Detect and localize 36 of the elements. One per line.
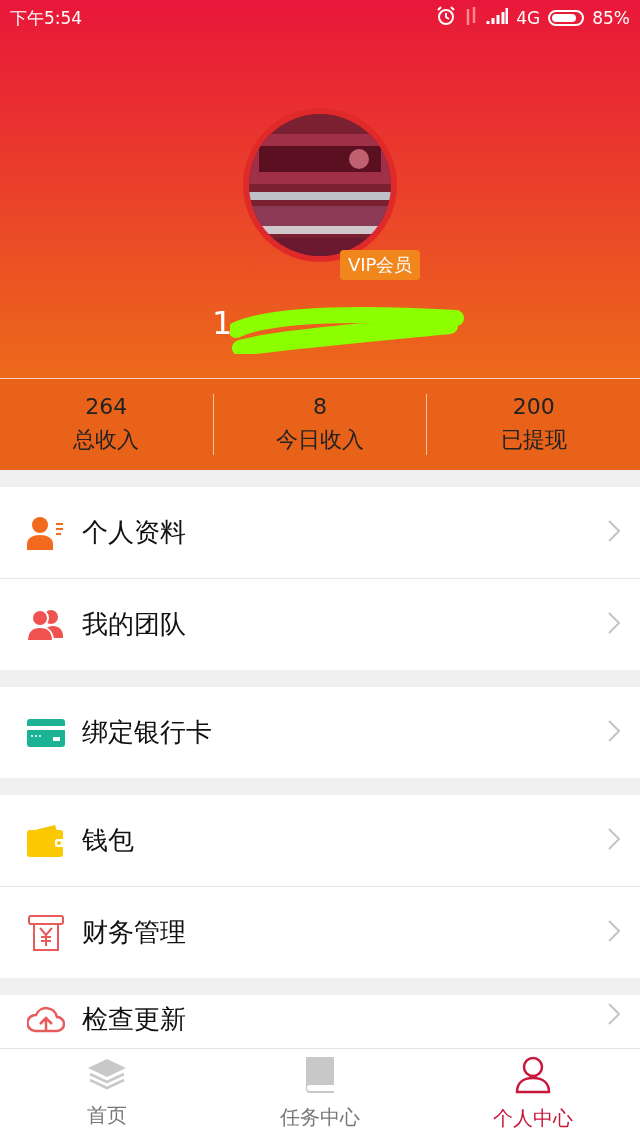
tab[interactable]: 任务中心 [213,1049,427,1138]
menu-item[interactable]: 财务管理 [0,886,640,978]
stat-value: 8 [313,394,327,419]
menu-item[interactable]: 绑定银行卡 [0,687,640,778]
network-type: 4G [516,8,541,28]
menu-item[interactable]: 我的团队 [0,578,640,670]
stat-label: 总收入 [73,426,140,454]
menu-item[interactable]: 钱包 [0,795,640,886]
battery-icon [548,10,585,26]
person-icon [515,1055,552,1094]
bank-card-icon [27,718,65,747]
alarm-icon [436,6,457,26]
wallet-icon [27,824,65,857]
chevron-right-icon [608,827,620,850]
menu-item[interactable]: 个人资料 [0,487,640,578]
chevron-right-icon [608,919,620,942]
person-icon [27,515,65,550]
stat-label: 已提现 [500,426,567,454]
battery-percent: 85% [592,8,630,28]
people-icon [27,607,65,642]
tab[interactable]: 个人中心 [426,1049,640,1138]
chevron-right-icon [608,611,620,634]
status-time: 下午5:54 [10,6,83,30]
vip-badge: VIP会员 [340,250,421,280]
layers-icon [87,1058,126,1091]
stat-value: 200 [512,394,555,419]
signal-icon [486,8,509,24]
username: 1 [212,304,233,342]
stat-value: 264 [85,394,128,419]
chevron-right-icon [608,719,620,742]
chevron-right-icon [608,519,620,542]
menu-item[interactable]: 检查更新 [0,995,640,1048]
tab[interactable]: 首页 [0,1049,214,1138]
atm-yuan-icon [28,914,64,951]
chevron-right-icon [608,1003,620,1025]
stat-label: 今日收入 [276,426,364,454]
